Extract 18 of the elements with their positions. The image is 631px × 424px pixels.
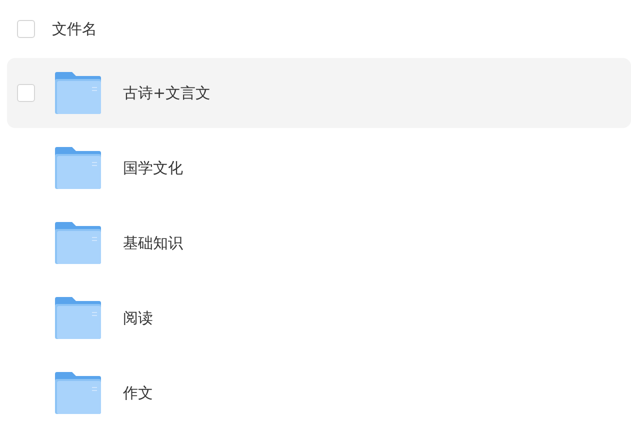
folder-row[interactable]: 基础知识	[7, 208, 631, 278]
folder-row[interactable]: 国学文化	[7, 133, 631, 203]
folder-name[interactable]: 作文	[123, 382, 153, 404]
row-checkbox[interactable]	[17, 84, 35, 102]
folder-icon	[55, 222, 101, 264]
folder-row[interactable]: 阅读	[7, 283, 631, 353]
folder-icon	[55, 297, 101, 339]
folder-row[interactable]: 古诗+文言文	[7, 58, 631, 128]
folder-name[interactable]: 国学文化	[123, 156, 183, 180]
folder-name[interactable]: 基础知识	[123, 232, 183, 254]
folder-icon	[55, 372, 101, 414]
folder-name[interactable]: 阅读	[123, 306, 153, 330]
folder-row[interactable]: 作文	[7, 358, 631, 424]
select-all-checkbox[interactable]	[17, 20, 35, 38]
folder-icon	[55, 147, 101, 189]
column-header: 文件名	[52, 18, 97, 40]
folder-name[interactable]: 古诗+文言文	[123, 82, 211, 104]
folder-icon	[55, 72, 101, 114]
